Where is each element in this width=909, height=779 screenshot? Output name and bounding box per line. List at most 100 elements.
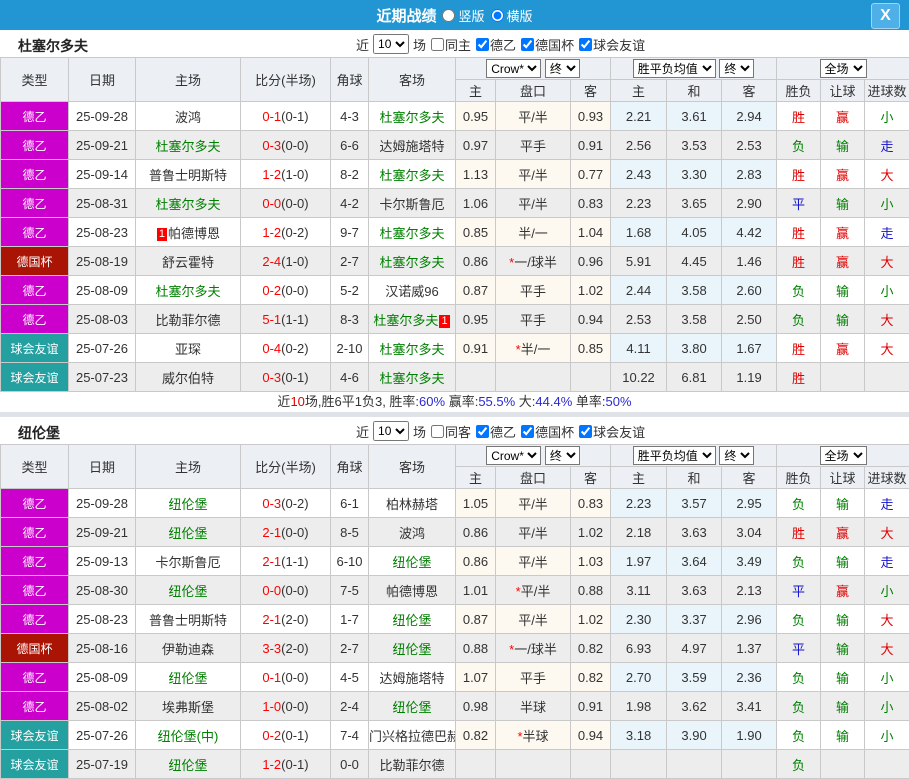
mean-draw: 3.59 [667, 663, 722, 692]
odds-final-select[interactable]: 终 [545, 59, 580, 78]
result-goals [865, 363, 909, 392]
type-badge: 德乙 [1, 547, 69, 576]
match-date: 25-08-31 [69, 189, 136, 218]
mean-draw: 3.90 [667, 721, 722, 750]
corner-score: 2-10 [331, 334, 369, 363]
league-filter[interactable]: 德国杯 [516, 422, 574, 441]
league-filter-checkbox[interactable] [579, 425, 592, 438]
odds-final-select[interactable]: 终 [545, 446, 580, 465]
match-date: 25-08-03 [69, 305, 136, 334]
match-date: 25-08-30 [69, 576, 136, 605]
odds-home: 0.87 [456, 276, 496, 305]
away-team: 帕德博恩 [369, 576, 456, 605]
mean-home: 2.18 [611, 518, 667, 547]
col-header-result-goals: 进球数 [865, 80, 909, 102]
odds-handicap: 半/一 [496, 218, 571, 247]
odds-source-select[interactable]: Crow* [486, 446, 541, 465]
result-goals: 走 [865, 547, 909, 576]
corner-score: 8-2 [331, 160, 369, 189]
layout-radio-horizontal[interactable]: 横版 [491, 6, 533, 25]
mean-away: 2.94 [722, 102, 777, 131]
league-filter[interactable]: 球会友谊 [574, 35, 645, 54]
league-filter-checkbox[interactable] [476, 425, 489, 438]
col-header-odds-handicap: 盘口 [496, 80, 571, 102]
mean-away: 1.90 [722, 721, 777, 750]
same-venue-checkbox[interactable] [431, 38, 444, 51]
odds-source-select[interactable]: Crow* [486, 59, 541, 78]
odds-home: 0.95 [456, 102, 496, 131]
dialog-title: 近期战绩 [376, 5, 436, 26]
odds-home: 0.86 [456, 547, 496, 576]
league-filter[interactable]: 球会友谊 [574, 422, 645, 441]
col-header-result-handicap: 让球 [821, 80, 865, 102]
mean-draw: 3.63 [667, 518, 722, 547]
match-score: 1-0(0-0) [241, 692, 331, 721]
mean-select[interactable]: 胜平负均值 [633, 59, 716, 78]
col-header-type: 类型 [1, 445, 69, 489]
match-date: 25-09-28 [69, 489, 136, 518]
mean-final-select[interactable]: 终 [719, 446, 754, 465]
layout-radio-horizontal-input[interactable] [491, 9, 504, 22]
result-handicap: 输 [821, 692, 865, 721]
league-filter-checkbox[interactable] [521, 425, 534, 438]
mean-home: 2.43 [611, 160, 667, 189]
col-header-score: 比分(半场) [241, 58, 331, 102]
mean-draw: 3.58 [667, 305, 722, 334]
match-row: 德乙25-09-14普鲁士明斯特1-2(1-0)8-2杜塞尔多夫1.13平/半0… [1, 160, 909, 189]
summary-part: 场,胜6平1负3, 胜率: [305, 394, 419, 409]
mean-away: 1.19 [722, 363, 777, 392]
match-row: 球会友谊25-07-26亚琛0-4(0-2)2-10杜塞尔多夫0.91*半/一0… [1, 334, 909, 363]
league-filter-checkbox[interactable] [476, 38, 489, 51]
type-badge: 德乙 [1, 160, 69, 189]
games-count-select[interactable]: 10 [373, 421, 409, 441]
match-date: 25-08-09 [69, 276, 136, 305]
mean-draw: 4.45 [667, 247, 722, 276]
early-odds-star: * [516, 584, 521, 599]
result-handicap: 赢 [821, 218, 865, 247]
corner-score: 4-3 [331, 102, 369, 131]
same-venue-filter[interactable]: 同客 [426, 422, 471, 441]
match-row: 德乙25-09-21杜塞尔多夫0-3(0-0)6-6达姆施塔特0.97平手0.9… [1, 131, 909, 160]
corner-score: 7-4 [331, 721, 369, 750]
mean-final-select[interactable]: 终 [719, 59, 754, 78]
league-filter[interactable]: 德乙 [471, 422, 516, 441]
odds-home: 0.86 [456, 247, 496, 276]
match-date: 25-08-16 [69, 634, 136, 663]
league-filters: 德乙德国杯球会友谊 [471, 422, 645, 441]
layout-radio-vertical[interactable]: 竖版 [442, 6, 484, 25]
result-goals: 大 [865, 334, 909, 363]
odds-handicap: 平/半 [496, 547, 571, 576]
corner-score: 2-7 [331, 634, 369, 663]
layout-radio-vertical-input[interactable] [442, 9, 455, 22]
fullmatch-select[interactable]: 全场 [820, 59, 867, 78]
layout-radio-horizontal-label: 横版 [507, 6, 533, 25]
league-filter-checkbox[interactable] [579, 38, 592, 51]
league-filter[interactable]: 德乙 [471, 35, 516, 54]
league-filter[interactable]: 德国杯 [516, 35, 574, 54]
col-header-mean-draw: 和 [667, 467, 722, 489]
away-team: 杜塞尔多夫 [369, 363, 456, 392]
fullmatch-select[interactable]: 全场 [820, 446, 867, 465]
col-header-odds-home: 主 [456, 80, 496, 102]
home-team: 纽伦堡 [136, 663, 241, 692]
corner-score: 4-2 [331, 189, 369, 218]
same-venue-filter[interactable]: 同主 [426, 35, 471, 54]
match-score: 1-2(0-1) [241, 750, 331, 779]
corner-score: 6-1 [331, 489, 369, 518]
result-wdl: 负 [777, 305, 821, 334]
result-handicap: 输 [821, 189, 865, 218]
match-row: 德乙25-08-02埃弗斯堡1-0(0-0)2-4纽伦堡0.98半球0.911.… [1, 692, 909, 721]
mean-draw: 4.97 [667, 634, 722, 663]
league-filter-label: 德国杯 [535, 35, 574, 54]
away-team: 卡尔斯鲁厄 [369, 189, 456, 218]
same-venue-checkbox[interactable] [431, 425, 444, 438]
match-date: 25-07-26 [69, 721, 136, 750]
odds-away: 0.96 [571, 247, 611, 276]
league-filter-checkbox[interactable] [521, 38, 534, 51]
corner-score: 8-5 [331, 518, 369, 547]
games-count-select[interactable]: 10 [373, 34, 409, 54]
odds-home: 0.98 [456, 692, 496, 721]
mean-select[interactable]: 胜平负均值 [633, 446, 716, 465]
close-icon[interactable]: X [871, 3, 900, 29]
odds-home: 0.88 [456, 634, 496, 663]
